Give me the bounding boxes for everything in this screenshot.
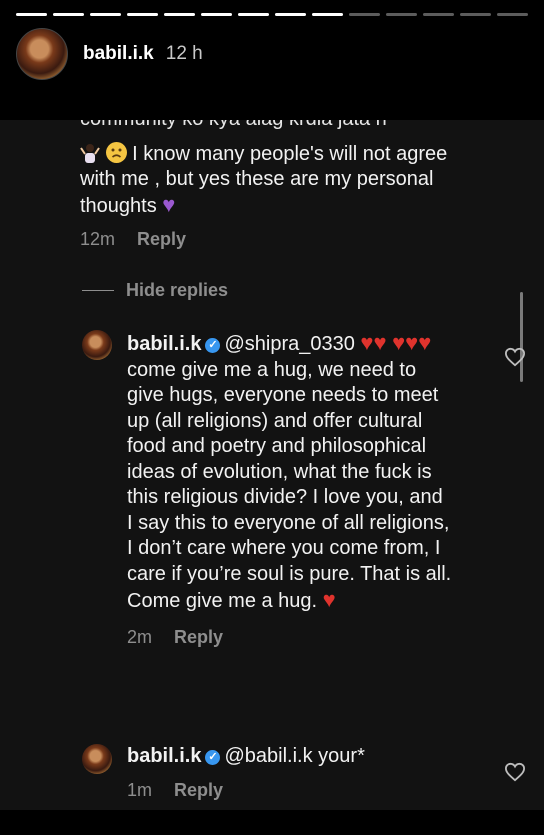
comment-text: I know many people's will not agree with… <box>80 143 448 217</box>
person-shrugging-emoji-icon <box>80 142 100 164</box>
frowning-face-emoji-icon <box>105 142 127 163</box>
progress-segment <box>497 13 528 16</box>
verified-badge-icon: ✓ <box>205 750 221 765</box>
reply-time: 2m <box>127 626 153 647</box>
reply-meta: 2m Reply <box>127 627 452 648</box>
purple-heart-emoji-icon: ♥ <box>162 192 176 217</box>
progress-segment <box>16 13 47 16</box>
red-heart-emoji-icon: ♥ <box>360 330 374 355</box>
comment-time: 12m <box>80 229 116 249</box>
like-heart-icon[interactable] <box>504 347 526 367</box>
story-time: 12 h <box>165 43 203 64</box>
progress-segment <box>386 13 417 16</box>
progress-segment <box>312 13 343 16</box>
hide-replies-divider <box>82 290 114 291</box>
reply-button[interactable]: Reply <box>174 780 223 801</box>
avatar[interactable] <box>82 744 112 774</box>
progress-segment <box>127 13 158 16</box>
avatar[interactable] <box>16 28 68 80</box>
avatar[interactable] <box>82 330 112 360</box>
reply-button[interactable]: Reply <box>174 627 223 648</box>
hide-replies-label: Hide replies <box>126 280 229 300</box>
scrollbar[interactable] <box>520 292 523 382</box>
reply-item: babil.i.k ✓ @babil.i.k your* 1m Reply <box>82 744 514 801</box>
red-heart-emoji-icon: ♥ <box>373 330 387 355</box>
progress-segment <box>423 13 454 16</box>
reply-button[interactable]: Reply <box>137 229 186 250</box>
reply-time: 1m <box>127 779 153 800</box>
reply-text: your* <box>318 745 365 767</box>
comment-cut-text: community ko kya alag krdia jata h <box>80 120 460 130</box>
story-username[interactable]: babil.i.k <box>83 43 154 65</box>
hide-replies-button[interactable]: Hide replies <box>82 280 228 301</box>
progress-segment <box>275 13 306 16</box>
red-heart-emoji-icon: ♥ <box>418 330 432 355</box>
progress-segment <box>164 13 195 16</box>
reply-username[interactable]: babil.i.k <box>127 745 201 767</box>
red-heart-emoji-icon: ♥ <box>392 330 406 355</box>
progress-segment <box>201 13 232 16</box>
comment-body: I know many people's will not agree with… <box>80 142 460 219</box>
progress-segment <box>238 13 269 16</box>
reply-item: babil.i.k ✓ @shipra_0330 ♥♥ ♥♥♥ come give … <box>82 330 514 648</box>
red-heart-emoji-icon: ♥ <box>322 587 336 612</box>
reply-body: babil.i.k ✓ @shipra_0330 ♥♥ ♥♥♥ come give … <box>127 330 452 648</box>
red-heart-emoji-icon: ♥ <box>405 330 419 355</box>
like-heart-icon[interactable] <box>504 762 526 782</box>
comment-meta: 12m Reply <box>80 229 460 250</box>
comment: I know many people's will not agree with… <box>80 142 460 250</box>
story-progress-bar <box>16 13 528 16</box>
story-header: babil.i.k 12 h <box>16 28 528 80</box>
reply-username[interactable]: babil.i.k <box>127 333 201 355</box>
reply-mention[interactable]: @babil.i.k <box>224 745 312 767</box>
reply-text: come give me a hug, we need to give hugs… <box>127 358 452 613</box>
progress-segment <box>53 13 84 16</box>
verified-badge-icon: ✓ <box>205 338 221 353</box>
reply-text-block: babil.i.k ✓ @shipra_0330 ♥♥ ♥♥♥ come give … <box>127 330 452 615</box>
progress-segment <box>460 13 491 16</box>
progress-segment <box>90 13 121 16</box>
reply-meta: 1m Reply <box>127 780 452 801</box>
comments-card[interactable]: community ko kya alag krdia jata h I kno… <box>0 120 544 810</box>
reply-mention[interactable]: @shipra_0330 <box>224 333 354 355</box>
progress-segment <box>349 13 380 16</box>
reply-body: babil.i.k ✓ @babil.i.k your* 1m Reply <box>127 744 452 801</box>
reply-text-block: babil.i.k ✓ @babil.i.k your* <box>127 744 452 770</box>
